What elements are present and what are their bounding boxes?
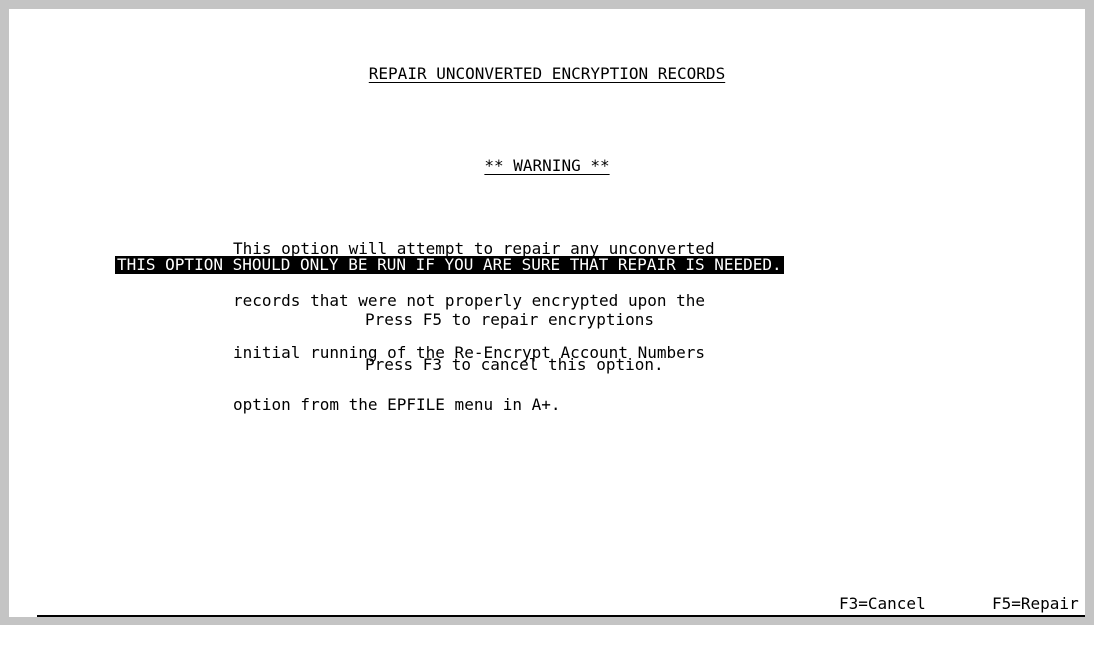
repair-alert-banner: THIS OPTION SHOULD ONLY BE RUN IF YOU AR… bbox=[115, 255, 784, 274]
terminal-screen: REPAIR UNCONVERTED ENCRYPTION RECORDS **… bbox=[9, 9, 1085, 617]
instruction-cancel: Press F3 to cancel this option. bbox=[365, 355, 664, 374]
description-line: option from the EPFILE menu in A+. bbox=[233, 395, 561, 414]
f3-cancel-key[interactable]: F3=Cancel bbox=[839, 595, 926, 613]
page-title-text: REPAIR UNCONVERTED ENCRYPTION RECORDS bbox=[368, 64, 726, 83]
bottom-divider bbox=[37, 615, 1085, 617]
warning-heading-text: ** WARNING ** bbox=[484, 156, 610, 175]
description-line: This option will attempt to repair any u… bbox=[233, 239, 715, 258]
page-title: REPAIR UNCONVERTED ENCRYPTION RECORDS bbox=[9, 65, 1085, 83]
terminal-window-frame: REPAIR UNCONVERTED ENCRYPTION RECORDS **… bbox=[0, 0, 1094, 625]
warning-heading: ** WARNING ** bbox=[9, 157, 1085, 175]
f5-repair-key[interactable]: F5=Repair bbox=[992, 595, 1079, 613]
description-line: records that were not properly encrypted… bbox=[233, 291, 706, 310]
function-key-bar: F3=Cancel F5=Repair bbox=[9, 595, 1085, 667]
instruction-repair: Press F5 to repair encryptions bbox=[365, 310, 654, 329]
